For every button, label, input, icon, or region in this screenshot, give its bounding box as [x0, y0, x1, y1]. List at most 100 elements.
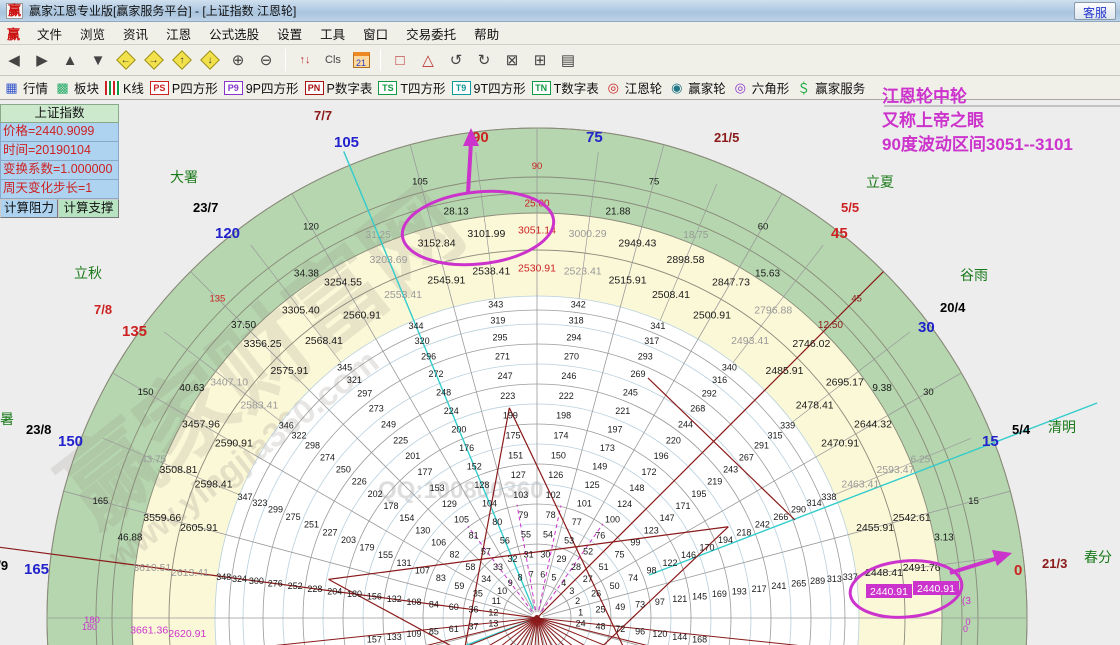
scroll-right-icon[interactable]: ▶ [29, 48, 55, 72]
module-t-table[interactable]: TNT数字表 [532, 78, 599, 97]
svg-text:247: 247 [498, 371, 513, 381]
svg-text:220: 220 [666, 435, 681, 445]
svg-text:265: 265 [791, 579, 806, 589]
module-quotes[interactable]: ▦行情 [3, 78, 48, 97]
scroll-left-icon[interactable]: ◀ [1, 48, 27, 72]
calc-support-button[interactable]: 计算支撑 [58, 199, 119, 218]
zoom-out-icon[interactable]: ⊖ [253, 48, 279, 72]
menu-江恩[interactable]: 江恩 [157, 22, 200, 45]
svg-text:98: 98 [647, 566, 657, 576]
gann-wheel-chart[interactable]: 赢家财富网www.yingjia360.comQQ:10080036012345… [0, 100, 1120, 645]
rect-tool-icon[interactable]: □ [387, 48, 413, 72]
customer-service-button[interactable]: 客服 [1074, 2, 1116, 20]
pan-right-icon[interactable]: → [141, 48, 167, 72]
svg-text:146: 146 [681, 550, 696, 560]
rotate-ccw-icon[interactable]: ↺ [443, 48, 469, 72]
zoom-in-icon[interactable]: ⊕ [225, 48, 251, 72]
svg-text:50: 50 [610, 581, 620, 591]
module-p-table[interactable]: PNP数字表 [305, 78, 373, 97]
menu-工具[interactable]: 工具 [311, 22, 354, 45]
screen-icon[interactable]: ▤ [555, 48, 581, 72]
svg-text:268: 268 [690, 404, 705, 414]
menu-公式选股[interactable]: 公式选股 [200, 22, 268, 45]
scroll-down-icon[interactable]: ▼ [85, 48, 111, 72]
module-winner-service[interactable]: ＄赢家服务 [795, 78, 865, 97]
svg-text:2644.32: 2644.32 [854, 419, 892, 431]
module-p-square[interactable]: PSP四方形 [150, 78, 218, 97]
svg-text:295: 295 [493, 332, 508, 342]
svg-text:345: 345 [337, 362, 352, 372]
svg-text:2: 2 [575, 596, 580, 606]
svg-text:155: 155 [378, 550, 393, 560]
9t-square-icon: T9 [452, 81, 471, 95]
module-winner-wheel[interactable]: ◉赢家轮 [668, 78, 726, 97]
svg-text:225: 225 [393, 435, 408, 445]
module-9t-square[interactable]: T99T四方形 [452, 78, 526, 97]
svg-text:200: 200 [451, 425, 466, 435]
menu-资讯[interactable]: 资讯 [114, 22, 157, 45]
triangle-tool-icon[interactable]: △ [415, 48, 441, 72]
svg-text:150: 150 [551, 450, 566, 460]
svg-text:31: 31 [524, 550, 534, 560]
winner-wheel-icon: ◉ [668, 80, 685, 95]
scroll-up-icon[interactable]: ▲ [57, 48, 83, 72]
module-hexagon[interactable]: ◎六角形 [732, 78, 790, 97]
price-field: 价格=2440.9099 [0, 123, 119, 142]
rotate-cw-icon[interactable]: ↻ [471, 48, 497, 72]
svg-text:274: 274 [320, 452, 335, 462]
svg-text:322: 322 [291, 430, 306, 440]
svg-text:75: 75 [586, 129, 603, 146]
svg-text:2598.41: 2598.41 [195, 479, 233, 491]
svg-text:2545.91: 2545.91 [427, 274, 465, 286]
menu-文件[interactable]: 文件 [28, 22, 71, 45]
svg-text:300: 300 [249, 576, 264, 586]
svg-text:172: 172 [641, 467, 656, 477]
module-kline[interactable]: K线 [105, 78, 144, 97]
svg-text:60: 60 [758, 222, 769, 233]
winner-service-icon: ＄ [795, 80, 812, 95]
svg-text:318: 318 [569, 316, 584, 326]
menu-窗口[interactable]: 窗口 [354, 22, 397, 45]
cls-button[interactable]: Cls [320, 48, 346, 72]
menu-设置[interactable]: 设置 [268, 22, 311, 45]
menu-帮助[interactable]: 帮助 [465, 22, 508, 45]
center-view-icon[interactable]: ⊞ [527, 48, 553, 72]
svg-text:30: 30 [540, 550, 550, 560]
svg-text:2620.91: 2620.91 [168, 628, 206, 640]
calc-resistance-button[interactable]: 计算阻力 [0, 199, 58, 218]
module-sectors[interactable]: ▩板块 [54, 78, 99, 97]
select-box-icon[interactable]: ⊠ [499, 48, 525, 72]
pan-down-icon[interactable]: ↓ [197, 48, 223, 72]
svg-text:55: 55 [521, 530, 531, 540]
svg-text:0: 0 [963, 624, 968, 634]
menu-浏览[interactable]: 浏览 [71, 22, 114, 45]
module-9p-square[interactable]: P99P四方形 [224, 78, 299, 97]
module-gann-wheel[interactable]: ◎江恩轮 [605, 78, 663, 97]
svg-text:7/7: 7/7 [314, 108, 332, 123]
svg-text:227: 227 [323, 527, 338, 537]
svg-text:12: 12 [488, 607, 498, 617]
module-t-square[interactable]: TST四方形 [378, 78, 445, 97]
svg-text:3457.96: 3457.96 [182, 419, 220, 431]
pan-up-icon[interactable]: ↑ [169, 48, 195, 72]
sectors-label: 板块 [74, 78, 99, 97]
menu-bar: 赢 文件浏览资讯江恩公式选股设置工具窗口交易委托帮助 [0, 22, 1120, 45]
svg-text:3101.99: 3101.99 [467, 228, 505, 240]
svg-text:105: 105 [334, 134, 359, 151]
menu-交易委托[interactable]: 交易委托 [397, 22, 465, 45]
svg-text:176: 176 [459, 443, 474, 453]
updown-icon[interactable]: ↑↓ [292, 48, 318, 72]
calendar-icon[interactable]: 21 [348, 48, 374, 72]
svg-text:348: 348 [216, 572, 231, 582]
svg-text:3661.36: 3661.36 [130, 625, 168, 637]
svg-text:245: 245 [623, 388, 638, 398]
svg-text:104: 104 [482, 498, 497, 508]
svg-text:15: 15 [968, 496, 979, 507]
svg-text:2523.41: 2523.41 [564, 265, 602, 277]
svg-text:83: 83 [436, 573, 446, 583]
svg-text:270: 270 [564, 351, 579, 361]
svg-text:250: 250 [336, 464, 351, 474]
pan-left-icon[interactable]: ← [113, 48, 139, 72]
svg-text:36: 36 [469, 605, 479, 615]
svg-text:57: 57 [481, 546, 491, 556]
